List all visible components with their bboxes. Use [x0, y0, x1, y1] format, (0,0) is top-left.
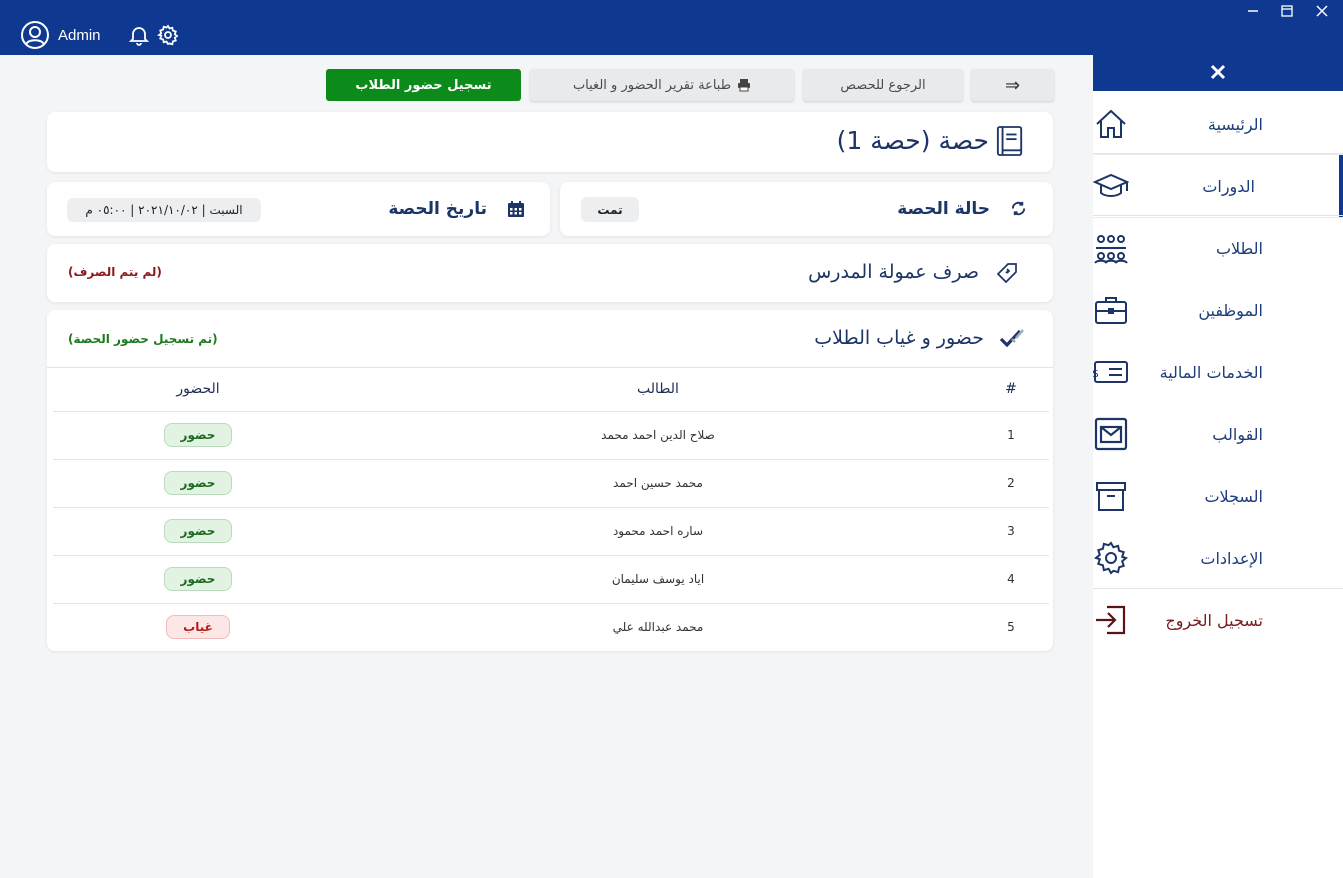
sidebar-header	[1093, 55, 1343, 91]
student-name: محمد عبدالله علي	[612, 620, 704, 635]
back-to-sessions-button[interactable]: الرجوع للحصص	[803, 69, 963, 101]
sidebar-item-label: القوالب	[1212, 424, 1263, 444]
user-name: Admin	[58, 26, 101, 44]
sidebar-item-employees[interactable]: الموظفين	[1093, 279, 1343, 341]
table-row[interactable]: 1 صلاح الدين احمد محمد حضور	[53, 411, 1049, 460]
student-name: اياد يوسف سليمان	[343, 555, 973, 604]
sidebar-item-label: الطلاب	[1215, 238, 1263, 258]
attendance-badge[interactable]: حضور	[163, 519, 233, 543]
sidebar-item-logout[interactable]: تسجيل الخروج	[1093, 589, 1343, 651]
money-tag-icon	[996, 263, 1017, 284]
user-circle-icon	[21, 21, 49, 49]
main-content: ⇒ الرجوع للحصص طباعة تقرير الحضور و الغي…	[0, 55, 1093, 878]
session-status-card: حالة الحصة تمت	[560, 182, 1053, 236]
table-row[interactable]: 5 محمد عبدالله علي غياب	[53, 603, 1049, 651]
attendance-badge[interactable]: غياب	[166, 615, 230, 640]
teacher-commission-card: صرف عمولة المدرس (لم يتم الصرف)	[47, 244, 1053, 302]
sidebar: الرئيسية الدورات الطلاب الموظفين $ الخدم…	[1093, 55, 1343, 878]
column-header-number: #	[973, 368, 1049, 412]
attendance-card: حضور و غياب الطلاب (تم تسجيل حضور الحصة)…	[47, 310, 1053, 651]
back-to-sessions-label: الرجوع للحصص	[840, 77, 926, 93]
attendance-table: # الطالب الحضور 1 صلاح الدين احمد محمد ح…	[53, 368, 1049, 651]
home-icon	[1096, 109, 1126, 138]
refresh-icon	[1011, 201, 1026, 216]
briefcase-icon	[1095, 297, 1127, 324]
session-date-card: تاريخ الحصة السبت | ٢٠٢١/١٠/٠٢ | ٠٥:٠٠ م	[47, 182, 550, 236]
minimize-icon[interactable]	[1246, 4, 1260, 18]
column-header-attendance: الحضور	[53, 368, 343, 412]
row-number: 2	[973, 459, 1049, 508]
attendance-status: (تم تسجيل حضور الحصة)	[68, 332, 218, 346]
sidebar-item-home[interactable]: الرئيسية	[1093, 93, 1343, 155]
back-arrow-button[interactable]: ⇒	[971, 69, 1054, 101]
students-group-icon	[1094, 235, 1128, 264]
attendance-badge[interactable]: حضور	[163, 567, 233, 591]
close-window-icon[interactable]	[1315, 4, 1329, 18]
sidebar-item-label: الدورات	[1202, 176, 1255, 196]
sidebar-item-label: الإعدادات	[1200, 548, 1263, 568]
book-icon	[996, 126, 1023, 156]
record-attendance-button[interactable]: تسجيل حضور الطلاب	[326, 69, 521, 101]
sidebar-item-finance[interactable]: $ الخدمات المالية	[1093, 341, 1343, 403]
commission-status: (لم يتم الصرف)	[68, 265, 162, 279]
double-check-icon	[999, 329, 1024, 348]
envelope-icon	[1094, 417, 1128, 451]
sidebar-item-label: السجلات	[1204, 486, 1263, 506]
sidebar-item-templates[interactable]: القوالب	[1093, 403, 1343, 465]
sidebar-item-label: تسجيل الخروج	[1165, 610, 1263, 630]
sidebar-item-settings[interactable]: الإعدادات	[1093, 527, 1343, 589]
bell-icon[interactable]	[128, 24, 150, 46]
sidebar-item-courses[interactable]: الدورات	[1093, 155, 1343, 217]
student-name: ساره احمد محمود	[343, 507, 973, 556]
calendar-icon	[508, 201, 524, 217]
logout-icon	[1096, 605, 1126, 635]
maximize-icon[interactable]	[1280, 4, 1294, 18]
table-row[interactable]: 2 محمد حسين احمد حضور	[53, 459, 1049, 508]
column-header-student: الطالب	[343, 368, 973, 412]
graduation-cap-icon	[1093, 173, 1129, 197]
teacher-commission-label: صرف عمولة المدرس	[808, 261, 979, 283]
print-report-label: طباعة تقرير الحضور و الغياب	[572, 77, 732, 93]
student-name: محمد حسين احمد	[343, 459, 973, 508]
sidebar-item-label: الرئيسية	[1207, 114, 1263, 134]
top-bar: Admin	[0, 0, 1343, 55]
printer-icon	[738, 79, 751, 92]
attendance-badge[interactable]: حضور	[163, 423, 233, 447]
table-row[interactable]: 3 ساره احمد محمود حضور	[53, 507, 1049, 556]
sidebar-item-logs[interactable]: السجلات	[1093, 465, 1343, 527]
money-bill-icon: $	[1093, 361, 1128, 383]
arrow-right-icon: ⇒	[1004, 74, 1021, 96]
gear-icon	[1093, 541, 1129, 575]
session-title-card: حصة (حصة 1)	[47, 112, 1053, 172]
session-status-label: حالة الحصة	[897, 199, 990, 219]
record-attendance-label: تسجيل حضور الطلاب	[355, 77, 492, 93]
student-name: صلاح الدين احمد محمد	[343, 411, 973, 460]
print-report-button[interactable]: طباعة تقرير الحضور و الغياب	[530, 69, 794, 101]
close-icon[interactable]	[1208, 62, 1228, 82]
session-title: حصة (حصة 1)	[836, 126, 989, 155]
archive-box-icon	[1096, 482, 1126, 511]
session-status-value: تمت	[581, 197, 639, 222]
sidebar-item-label: الخدمات المالية	[1159, 362, 1263, 382]
sidebar-item-students[interactable]: الطلاب	[1093, 217, 1343, 279]
row-number: 5	[1007, 620, 1015, 635]
row-number: 3	[973, 507, 1049, 556]
svg-text:$: $	[1093, 367, 1099, 380]
attendance-badge[interactable]: حضور	[163, 471, 233, 495]
session-date-label: تاريخ الحصة	[388, 199, 487, 219]
user-menu[interactable]: Admin	[20, 20, 101, 50]
sidebar-item-label: الموظفين	[1198, 300, 1263, 320]
gear-icon[interactable]	[157, 24, 179, 46]
table-row[interactable]: 4 اياد يوسف سليمان حضور	[53, 555, 1049, 604]
attendance-label: حضور و غياب الطلاب	[814, 327, 984, 349]
session-date-value: السبت | ٢٠٢١/١٠/٠٢ | ٠٥:٠٠ م	[67, 198, 261, 222]
table-header-row: # الطالب الحضور	[53, 368, 1049, 412]
row-number: 4	[973, 555, 1049, 604]
row-number: 1	[973, 411, 1049, 460]
